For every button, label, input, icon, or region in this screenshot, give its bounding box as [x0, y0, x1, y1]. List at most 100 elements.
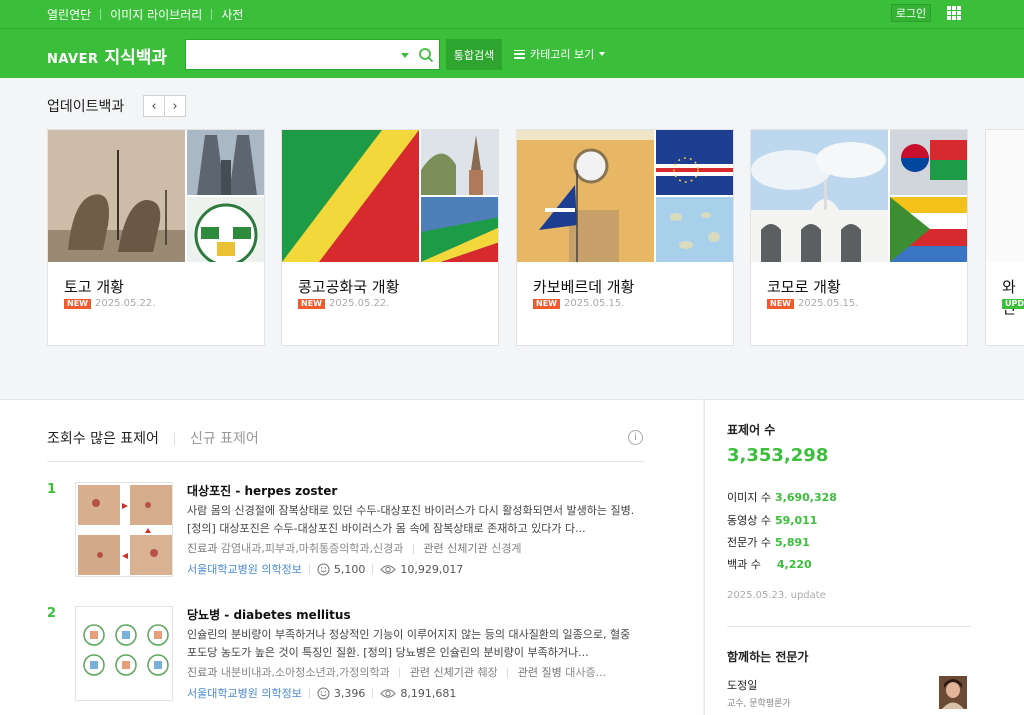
divider	[727, 626, 971, 627]
stat-value: 5,891	[774, 536, 810, 549]
entry-footer: 서울대학교병원 의학정보 3,396 8,191,681	[187, 685, 456, 701]
divider	[100, 9, 102, 20]
meta-value: 췌장	[477, 666, 498, 679]
smile-icon[interactable]	[317, 687, 330, 700]
card-title[interactable]: 와인	[1002, 276, 1024, 318]
card-date: 2025.05.22.	[95, 298, 156, 309]
expert-avatar[interactable]	[939, 676, 967, 709]
eye-icon	[380, 688, 397, 698]
search-input[interactable]	[192, 45, 392, 65]
rank-number: 2	[47, 606, 57, 621]
popular-panel: 조회수 많은 표제어 신규 표제어 i 1 대상포진 - herpes zost…	[0, 399, 703, 715]
search-button[interactable]: 통합검색	[446, 39, 502, 70]
entry-meta: 진료과 감염내과,피부과,마취통증의학과,신경과 관련 신체기관 신경계	[187, 540, 522, 556]
view-count: 8,191,681	[400, 686, 457, 700]
card-images	[48, 130, 264, 262]
like-count: 5,100	[333, 562, 366, 576]
stat-encyclopedias: 백과 수 4,220	[727, 556, 812, 572]
meta-value: 감염내과,피부과,마취통증의학과,신경과	[220, 542, 404, 555]
update-card[interactable]: 와인 UPD	[985, 129, 1024, 346]
stat-label: 동영상 수	[727, 514, 771, 527]
info-icon[interactable]: i	[628, 430, 643, 445]
card-title[interactable]: 콩고공화국 개황	[298, 276, 399, 297]
top-link-image-library[interactable]: 이미지 라이브러리	[110, 6, 202, 23]
entry-source-link[interactable]: 서울대학교병원 의학정보	[187, 561, 302, 577]
card-images	[751, 130, 967, 262]
stat-value: 59,011	[774, 514, 818, 527]
new-badge: NEW	[533, 299, 560, 309]
chevron-down-icon	[599, 52, 606, 56]
list-item: 1 대상포진 - herpes zoster 사람 몸의 신경절에 잠복상태로 …	[47, 480, 647, 580]
stat-label: 전문가 수	[727, 536, 771, 549]
card-date: 2025.05.15.	[564, 298, 625, 309]
meta-label: 관련 질병	[517, 666, 562, 679]
divider	[211, 9, 213, 20]
view-count: 10,929,017	[400, 562, 464, 576]
emblem-image	[187, 197, 264, 262]
update-card[interactable]: 코모로 개황 NEW 2025.05.15.	[750, 129, 968, 346]
expert-name[interactable]: 도정일	[727, 677, 757, 693]
card-images	[986, 130, 1024, 262]
comoros-flag-image	[890, 197, 967, 262]
entry-description: 인슐린의 분비량이 부족하거나 정상적인 기능이 이루어지지 않는 등의 대사질…	[187, 628, 631, 659]
entry-count-title: 표제어 수	[727, 423, 776, 437]
tab-new-entries[interactable]: 신규 표제어	[190, 428, 259, 448]
category-label: 카테고리 보기	[530, 48, 595, 61]
stat-label: 백과 수	[727, 558, 761, 571]
entry-source-link[interactable]: 서울대학교병원 의학정보	[187, 685, 302, 701]
login-button[interactable]: 로그인	[891, 4, 931, 22]
card-title[interactable]: 카보베르데 개황	[533, 276, 634, 297]
meta-label: 관련 신체기관	[409, 666, 475, 679]
smile-icon[interactable]	[317, 563, 330, 576]
card-title[interactable]: 토고 개황	[64, 276, 124, 297]
card-images	[517, 130, 733, 262]
rank-number: 1	[47, 482, 57, 497]
meta-value: 내분비내과,소아청소년과,가정의학과	[220, 666, 390, 679]
popular-tabs: 조회수 많은 표제어 신규 표제어	[47, 428, 259, 448]
card-placeholder-image	[986, 130, 1024, 262]
tab-most-viewed[interactable]: 조회수 많은 표제어	[47, 428, 159, 448]
search-dropdown-icon[interactable]	[401, 53, 409, 58]
app-grid-icon[interactable]	[947, 6, 961, 20]
card-images	[282, 130, 498, 262]
diabetes-thumbnail-image[interactable]	[75, 606, 173, 701]
top-link-open-lecture[interactable]: 열린연단	[47, 6, 91, 23]
map-image	[656, 197, 733, 262]
carousel-prev-button[interactable]: ‹	[143, 95, 165, 117]
stat-value: 3,690,328	[774, 491, 837, 504]
congo-flag-image	[282, 130, 419, 262]
update-card[interactable]: 카보베르데 개황 NEW 2025.05.15.	[516, 129, 734, 346]
stat-value: 4,220	[776, 558, 812, 571]
entry-title[interactable]: 대상포진 - herpes zoster	[187, 482, 337, 499]
eye-icon	[380, 564, 397, 574]
logo-title: 지식백과	[104, 48, 168, 68]
card-title[interactable]: 코모로 개황	[767, 276, 841, 297]
herpes-thumbnail-image[interactable]	[75, 482, 173, 577]
entry-footer: 서울대학교병원 의학정보 5,100 10,929,017	[187, 561, 463, 577]
new-badge: NEW	[767, 299, 794, 309]
meta-value: 신경계	[491, 542, 522, 555]
expert-role: 교수, 문학평론가	[727, 699, 791, 709]
entry-title[interactable]: 당뇨병 - diabetes mellitus	[187, 606, 351, 623]
divider	[173, 431, 175, 445]
update-card[interactable]: 콩고공화국 개황 NEW 2025.05.22.	[281, 129, 499, 346]
top-link-dictionary[interactable]: 사전	[221, 6, 243, 23]
carousel-next-button[interactable]: ›	[164, 95, 186, 117]
update-badge: UPD	[1002, 299, 1024, 309]
meta-label: 관련 신체기관	[423, 542, 488, 555]
update-card[interactable]: 토고 개황 NEW 2025.05.22.	[47, 129, 265, 346]
category-button[interactable]: 카테고리 보기	[514, 46, 606, 62]
stat-label: 이미지 수	[727, 491, 771, 504]
new-badge: NEW	[298, 299, 325, 309]
meta-label: 진료과	[187, 666, 218, 679]
meta-value: 대사증...	[565, 666, 607, 679]
update-section-title: 업데이트백과	[47, 99, 125, 115]
building-image	[187, 130, 264, 195]
search-box	[185, 39, 440, 70]
divider	[47, 461, 644, 462]
lion-statue-image	[48, 130, 185, 262]
new-badge: NEW	[64, 299, 91, 309]
logo[interactable]: NAVER 지식백과	[47, 43, 167, 68]
search-icon[interactable]	[418, 47, 434, 63]
church-image	[421, 130, 498, 195]
